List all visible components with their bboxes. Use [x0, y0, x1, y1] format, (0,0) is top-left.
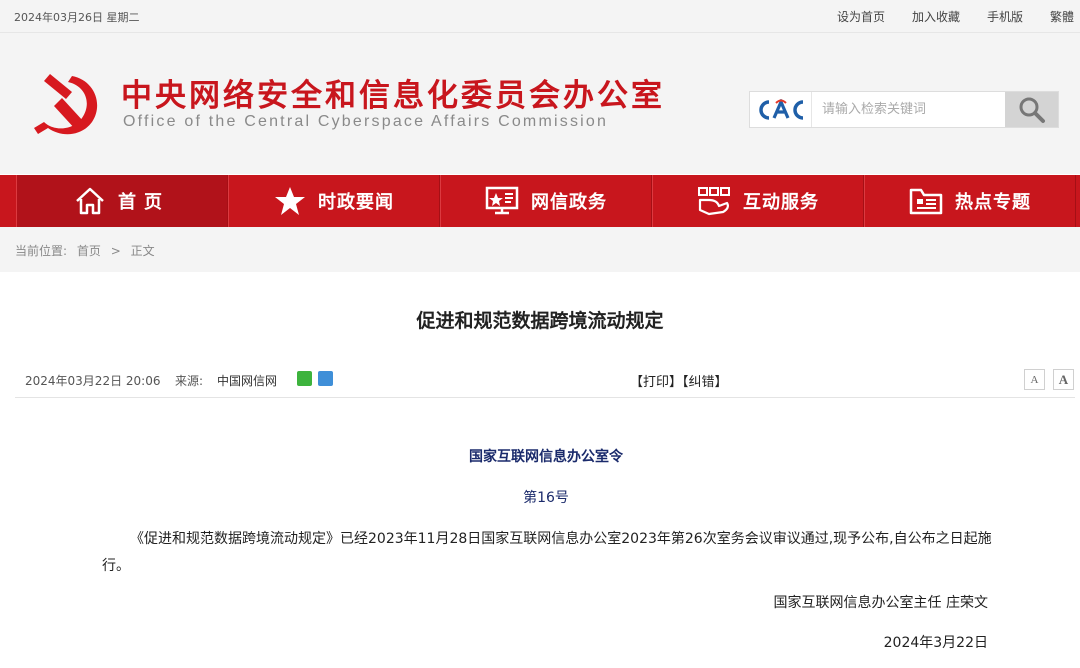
article-body: 《促进和规范数据跨境流动规定》已经2023年11月28日国家互联网信息办公室20… — [102, 531, 992, 574]
site-title-chinese: 中央网络安全和信息化委员会办公室 — [121, 78, 665, 114]
decree-number: 第16号 — [523, 490, 569, 506]
print-link[interactable]: 【打印】 — [630, 375, 682, 390]
mobile-version-link[interactable]: 手机版 — [987, 8, 1023, 25]
source-name: 中国网信网 — [217, 374, 278, 388]
signature-date: 2024年3月22日 — [883, 635, 988, 651]
search-button[interactable] — [1005, 92, 1058, 127]
publish-time: 2024年03月22日 20:06 — [25, 374, 161, 388]
nav-item-news[interactable]: 时政要闻 — [228, 175, 440, 227]
signature: 国家互联网信息办公室主任 庄荣文 — [773, 595, 988, 611]
nav-item-interaction[interactable]: 互动服务 — [652, 175, 864, 227]
nav-item-home[interactable]: 首页 — [16, 175, 228, 227]
cac-logo-icon — [758, 98, 803, 120]
decree-title: 国家互联网信息办公室令 — [469, 449, 623, 465]
main-navigation: 首页 时政要闻 网信政务 互动服务 热点专题 — [0, 175, 1080, 227]
site-header: 中央网络安全和信息化委员会办公室 Office of the Central C… — [0, 33, 1080, 174]
article-meta-bar: 2024年03月22日 20:06 来源: 中国网信网 【打印】【纠错】 A A — [15, 362, 1075, 398]
breadcrumb-separator: > — [110, 244, 121, 258]
folder-icon — [909, 188, 943, 215]
search-box — [749, 91, 1059, 128]
share-buttons — [297, 371, 333, 386]
cac-logo — [750, 92, 812, 127]
nav-item-label: 热点专题 — [955, 192, 1031, 213]
search-input[interactable] — [812, 92, 1005, 127]
nav-item-label: 网信政务 — [531, 192, 607, 213]
current-date: 2024年03月26日 星期二 — [14, 11, 140, 24]
wechat-share-icon[interactable] — [297, 371, 312, 386]
search-icon — [1019, 97, 1045, 123]
site-title-english: Office of the Central Cyberspace Affairs… — [123, 113, 609, 130]
breadcrumb-current: 正文 — [130, 244, 155, 258]
weibo-share-icon[interactable] — [318, 371, 333, 386]
set-homepage-link[interactable]: 设为首页 — [837, 8, 885, 25]
breadcrumb-label: 当前位置: — [15, 244, 68, 258]
nav-item-label: 首页 — [118, 192, 170, 213]
breadcrumb-home-link[interactable]: 首页 — [77, 244, 101, 258]
font-decrease-button[interactable]: A — [1024, 369, 1045, 390]
nav-item-topics[interactable]: 热点专题 — [864, 175, 1076, 227]
nav-item-label: 时政要闻 — [318, 192, 394, 213]
traditional-chinese-link[interactable]: 繁體 — [1050, 8, 1074, 25]
add-favorite-link[interactable]: 加入收藏 — [912, 8, 960, 25]
nav-item-government[interactable]: 网信政务 — [440, 175, 652, 227]
interaction-icon — [698, 187, 730, 216]
party-emblem-icon — [34, 74, 98, 135]
article-tools: 【打印】【纠错】 — [630, 371, 728, 390]
correction-link[interactable]: 【纠错】 — [682, 375, 728, 390]
breadcrumb: 当前位置: 首页 > 正文 — [0, 227, 1080, 272]
star-icon — [275, 187, 305, 215]
government-icon — [485, 186, 519, 215]
font-increase-button[interactable]: A — [1053, 369, 1074, 390]
source-label: 来源: — [175, 374, 204, 388]
utility-links: 设为首页 加入收藏 手机版 繁體 — [810, 8, 1074, 25]
home-icon — [76, 187, 104, 215]
top-utility-bar: 2024年03月26日 星期二 设为首页 加入收藏 手机版 繁體 — [0, 0, 1080, 33]
article-title: 促进和规范数据跨境流动规定 — [416, 310, 664, 332]
nav-item-label: 互动服务 — [743, 192, 819, 213]
font-size-controls: A A — [1024, 369, 1074, 390]
